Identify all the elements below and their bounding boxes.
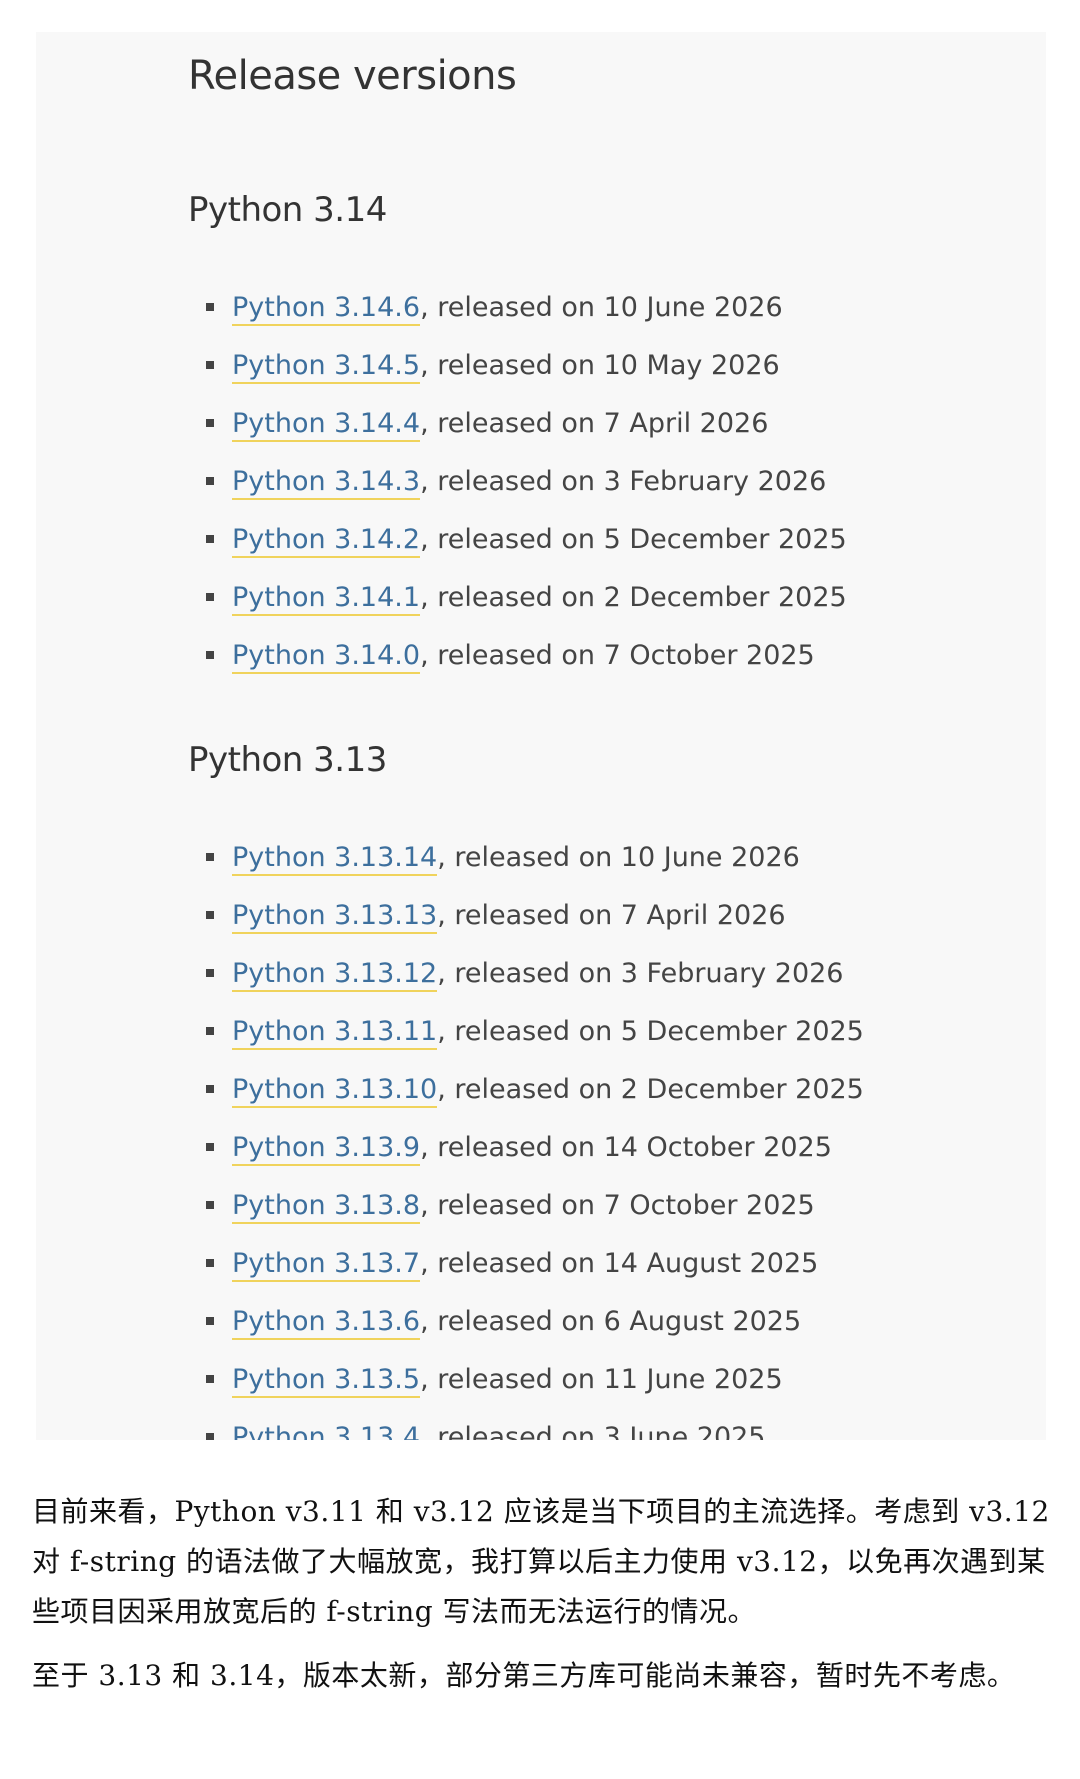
list-item: Python 3.13.8, released on 7 October 202…: [206, 1188, 864, 1246]
bullet-icon: [206, 1259, 214, 1267]
release-link[interactable]: Python 3.14.3: [232, 466, 421, 500]
bullet-icon: [206, 535, 214, 543]
bullet-icon: [206, 593, 214, 601]
page-title: Release versions: [188, 53, 517, 99]
bullet-icon: [206, 303, 214, 311]
release-date-text: , released on 7 October 2025: [420, 1190, 815, 1221]
bullet-icon: [206, 361, 214, 369]
release-link[interactable]: Python 3.13.12: [232, 958, 438, 992]
release-screenshot-panel: Release versions Python 3.14 Python 3.14…: [36, 32, 1046, 1440]
list-item: Python 3.14.6, released on 10 June 2026: [206, 290, 847, 348]
release-date-text: , released on 3 February 2026: [437, 958, 844, 989]
list-item: Python 3.13.7, released on 14 August 202…: [206, 1246, 864, 1304]
list-item: Python 3.13.14, released on 10 June 2026: [206, 840, 864, 898]
release-link[interactable]: Python 3.14.4: [232, 408, 421, 442]
release-link[interactable]: Python 3.13.13: [232, 900, 438, 934]
list-item: Python 3.14.5, released on 10 May 2026: [206, 348, 847, 406]
section-heading-python-3-13: Python 3.13: [188, 740, 387, 780]
release-list-python-3-14: Python 3.14.6, released on 10 June 2026 …: [206, 290, 847, 696]
article-paragraph-1: 目前来看，Python v3.11 和 v3.12 应该是当下项目的主流选择。考…: [32, 1495, 1050, 1628]
list-item: Python 3.13.6, released on 6 August 2025: [206, 1304, 864, 1362]
release-link[interactable]: Python 3.14.0: [232, 640, 421, 674]
bullet-icon: [206, 1143, 214, 1151]
release-date-text: , released on 14 October 2025: [420, 1132, 832, 1163]
release-date-text: , released on 11 June 2025: [420, 1364, 783, 1395]
section-heading-python-3-14: Python 3.14: [188, 190, 387, 230]
list-item: Python 3.14.1, released on 2 December 20…: [206, 580, 847, 638]
release-link[interactable]: Python 3.14.2: [232, 524, 421, 558]
release-date-text: , released on 5 December 2025: [420, 524, 847, 555]
release-date-text: , released on 14 August 2025: [420, 1248, 819, 1279]
bullet-icon: [206, 1375, 214, 1383]
release-date-text: , released on 3 February 2026: [420, 466, 827, 497]
bullet-icon: [206, 651, 214, 659]
release-link[interactable]: Python 3.14.6: [232, 292, 421, 326]
list-item: Python 3.13.10, released on 2 December 2…: [206, 1072, 864, 1130]
release-date-text: , released on 10 June 2026: [437, 842, 800, 873]
list-item: Python 3.14.0, released on 7 October 202…: [206, 638, 847, 696]
release-date-text: , released on 2 December 2025: [420, 582, 847, 613]
bullet-icon: [206, 969, 214, 977]
release-date-text: , released on 5 December 2025: [437, 1016, 864, 1047]
release-list-python-3-13: Python 3.13.14, released on 10 June 2026…: [206, 840, 864, 1440]
list-item: Python 3.14.2, released on 5 December 20…: [206, 522, 847, 580]
release-date-text: , released on 10 June 2026: [420, 292, 783, 323]
release-link[interactable]: Python 3.13.6: [232, 1306, 421, 1340]
release-date-text: , released on 7 October 2025: [420, 640, 815, 671]
bullet-icon: [206, 419, 214, 427]
release-link[interactable]: Python 3.13.11: [232, 1016, 438, 1050]
bullet-icon: [206, 1027, 214, 1035]
release-date-text: , released on 7 April 2026: [437, 900, 786, 931]
list-item: Python 3.13.4, released on 3 June 2025: [206, 1420, 864, 1440]
bullet-icon: [206, 477, 214, 485]
bullet-icon: [206, 1085, 214, 1093]
release-link[interactable]: Python 3.13.14: [232, 842, 438, 876]
release-link[interactable]: Python 3.14.1: [232, 582, 421, 616]
release-date-text: , released on 7 April 2026: [420, 408, 769, 439]
list-item: Python 3.14.3, released on 3 February 20…: [206, 464, 847, 522]
release-link[interactable]: Python 3.13.10: [232, 1074, 438, 1108]
release-link[interactable]: Python 3.13.5: [232, 1364, 421, 1398]
bullet-icon: [206, 853, 214, 861]
release-date-text: , released on 10 May 2026: [420, 350, 780, 381]
bullet-icon: [206, 1201, 214, 1209]
release-link[interactable]: Python 3.14.5: [232, 350, 421, 384]
bullet-icon: [206, 1433, 214, 1440]
release-link[interactable]: Python 3.13.8: [232, 1190, 421, 1224]
release-date-text: , released on 6 August 2025: [420, 1306, 802, 1337]
release-date-text: , released on 3 June 2025: [420, 1422, 766, 1440]
release-link[interactable]: Python 3.13.4: [232, 1422, 421, 1440]
list-item: Python 3.13.12, released on 3 February 2…: [206, 956, 864, 1014]
article-paragraph-2: 至于 3.13 和 3.14，版本太新，部分第三方库可能尚未兼容，暂时先不考虑。: [32, 1659, 1016, 1692]
release-link[interactable]: Python 3.13.7: [232, 1248, 421, 1282]
release-link[interactable]: Python 3.13.9: [232, 1132, 421, 1166]
bullet-icon: [206, 1317, 214, 1325]
list-item: Python 3.13.13, released on 7 April 2026: [206, 898, 864, 956]
bullet-icon: [206, 911, 214, 919]
list-item: Python 3.13.11, released on 5 December 2…: [206, 1014, 864, 1072]
release-date-text: , released on 2 December 2025: [437, 1074, 864, 1105]
list-item: Python 3.14.4, released on 7 April 2026: [206, 406, 847, 464]
list-item: Python 3.13.5, released on 11 June 2025: [206, 1362, 864, 1420]
list-item: Python 3.13.9, released on 14 October 20…: [206, 1130, 864, 1188]
